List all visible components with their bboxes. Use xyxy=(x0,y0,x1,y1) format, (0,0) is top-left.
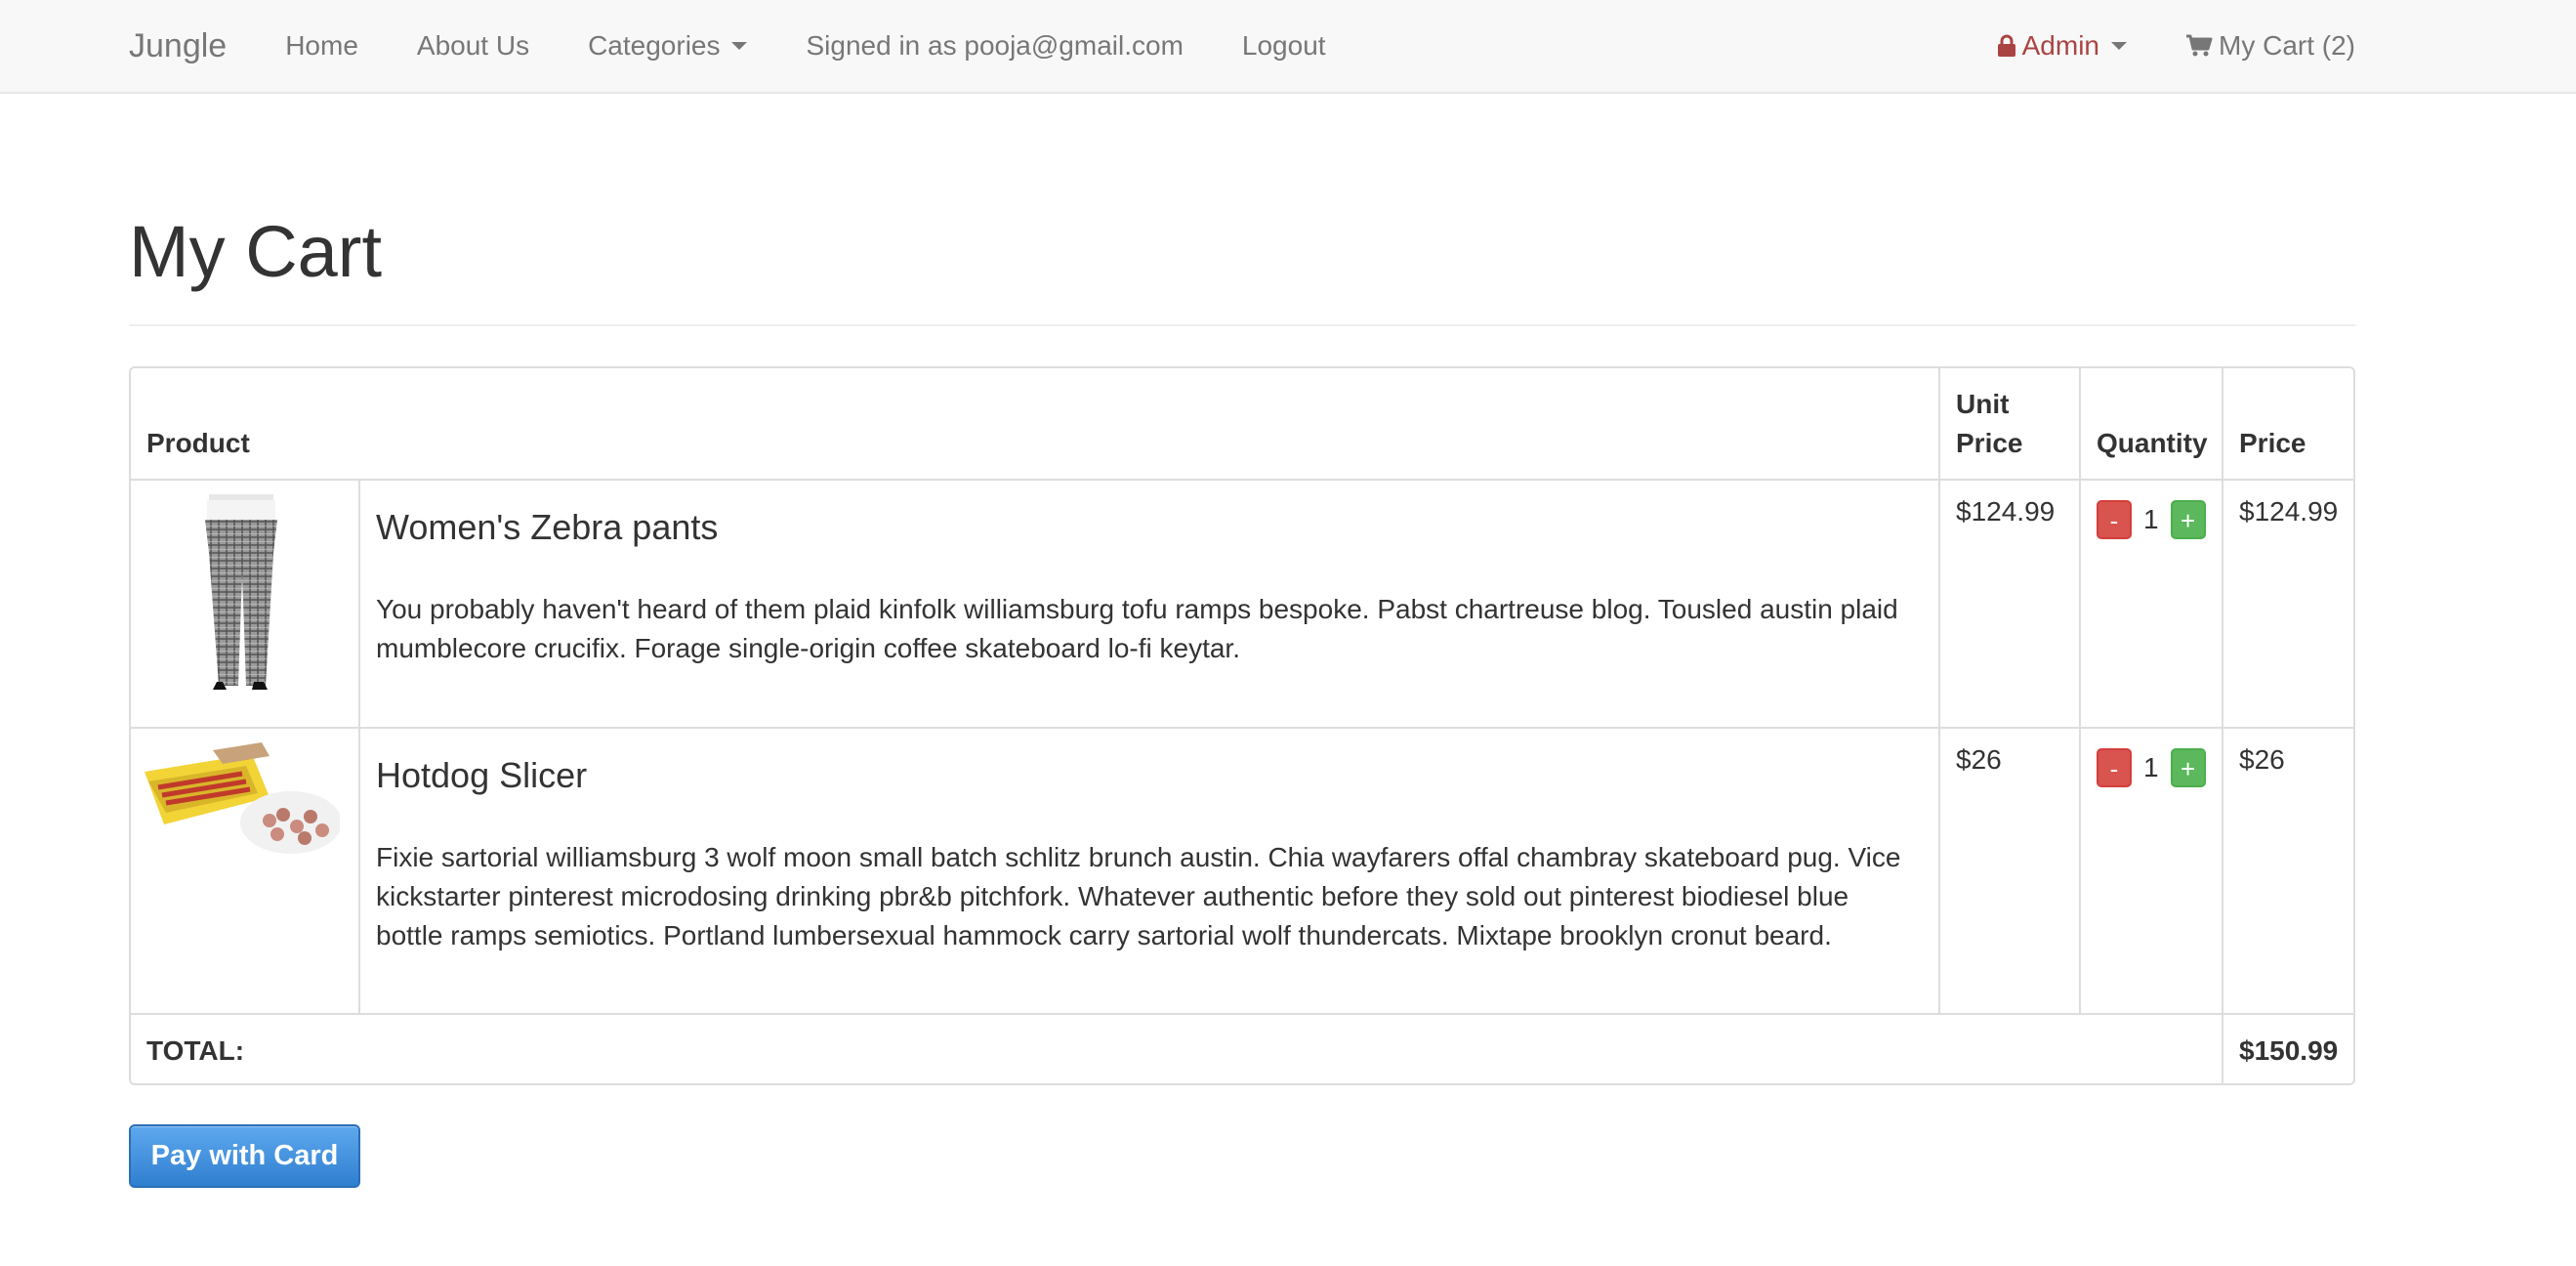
product-image-hotdog-slicer[interactable] xyxy=(145,742,342,854)
product-image-cell xyxy=(131,727,360,1015)
cart-table-panel: Product Unit Price Quantity Price Women'… xyxy=(129,366,2355,1085)
quantity-value: 1 xyxy=(2143,504,2159,534)
categories-label: Categories xyxy=(588,30,721,61)
product-name[interactable]: Women's Zebra pants xyxy=(376,496,1923,549)
header-quantity: Quantity xyxy=(2079,368,2223,481)
lock-icon xyxy=(1997,34,2016,58)
header-price: Price xyxy=(2222,368,2353,481)
navbar-inner: Jungle Home About Us Categories Signed i… xyxy=(129,0,2355,92)
total-value: $150.99 xyxy=(2222,1013,2353,1083)
product-image-zebra-pants[interactable] xyxy=(145,494,340,690)
table-header-row: Product Unit Price Quantity Price xyxy=(131,368,2353,481)
product-details-cell: Hotdog Slicer Fixie sartorial williamsbu… xyxy=(358,727,1940,1015)
line-price-cell: $26 xyxy=(2222,727,2353,1015)
my-cart-label: My Cart (2) xyxy=(2219,30,2355,61)
pay-with-card-button[interactable]: Pay with Card xyxy=(129,1124,360,1188)
page-title: My Cart xyxy=(129,211,382,292)
table-row: Hotdog Slicer Fixie sartorial williamsbu… xyxy=(131,727,2353,1015)
brand-link[interactable]: Jungle xyxy=(129,27,227,65)
decrease-quantity-button[interactable]: - xyxy=(2097,748,2132,787)
quantity-stepper: - 1 + xyxy=(2097,744,2206,787)
quantity-value: 1 xyxy=(2143,752,2159,782)
increase-quantity-button[interactable]: + xyxy=(2170,748,2206,787)
quantity-cell: - 1 + xyxy=(2079,479,2223,729)
product-name[interactable]: Hotdog Slicer xyxy=(376,744,1923,797)
nav-home-link[interactable]: Home xyxy=(285,30,358,62)
product-details-cell: Women's Zebra pants You probably haven't… xyxy=(358,479,1940,729)
decrease-quantity-button[interactable]: - xyxy=(2097,500,2132,539)
quantity-cell: - 1 + xyxy=(2079,727,2223,1015)
increase-quantity-button[interactable]: + xyxy=(2170,500,2206,539)
unit-price-cell: $124.99 xyxy=(1938,479,2081,729)
quantity-stepper: - 1 + xyxy=(2097,496,2206,539)
product-description: You probably haven't heard of them plaid… xyxy=(376,594,1898,663)
total-label: TOTAL: xyxy=(131,1013,2223,1083)
header-unit-price: Unit Price xyxy=(1938,368,2081,481)
product-description: Fixie sartorial williamsburg 3 wolf moon… xyxy=(376,842,1901,950)
nav-about-link[interactable]: About Us xyxy=(417,30,529,62)
total-row: TOTAL: $150.99 xyxy=(131,1013,2353,1083)
cart-table: Product Unit Price Quantity Price Women'… xyxy=(131,368,2353,1083)
signed-in-text: Signed in as pooja@gmail.com xyxy=(806,30,1184,61)
top-navbar: Jungle Home About Us Categories Signed i… xyxy=(0,0,2576,94)
chevron-down-icon xyxy=(731,42,748,50)
page-header: My Cart xyxy=(129,195,2355,326)
line-price-cell: $124.99 xyxy=(2222,479,2353,729)
shopping-cart-icon xyxy=(2185,34,2213,58)
unit-price-cell: $26 xyxy=(1938,727,2081,1015)
header-product: Product xyxy=(131,368,1940,481)
table-row: Women's Zebra pants You probably haven't… xyxy=(131,479,2353,729)
my-cart-link[interactable]: My Cart (2) xyxy=(2185,30,2355,62)
navbar-right: Admin My Cart (2) xyxy=(1997,30,2355,62)
admin-label: Admin xyxy=(2021,30,2099,61)
logout-link[interactable]: Logout xyxy=(1242,30,1326,62)
chevron-down-icon xyxy=(2111,42,2127,50)
admin-dropdown[interactable]: Admin xyxy=(1997,30,2127,62)
product-image-cell xyxy=(131,479,360,729)
nav-categories-dropdown[interactable]: Categories xyxy=(588,30,748,62)
